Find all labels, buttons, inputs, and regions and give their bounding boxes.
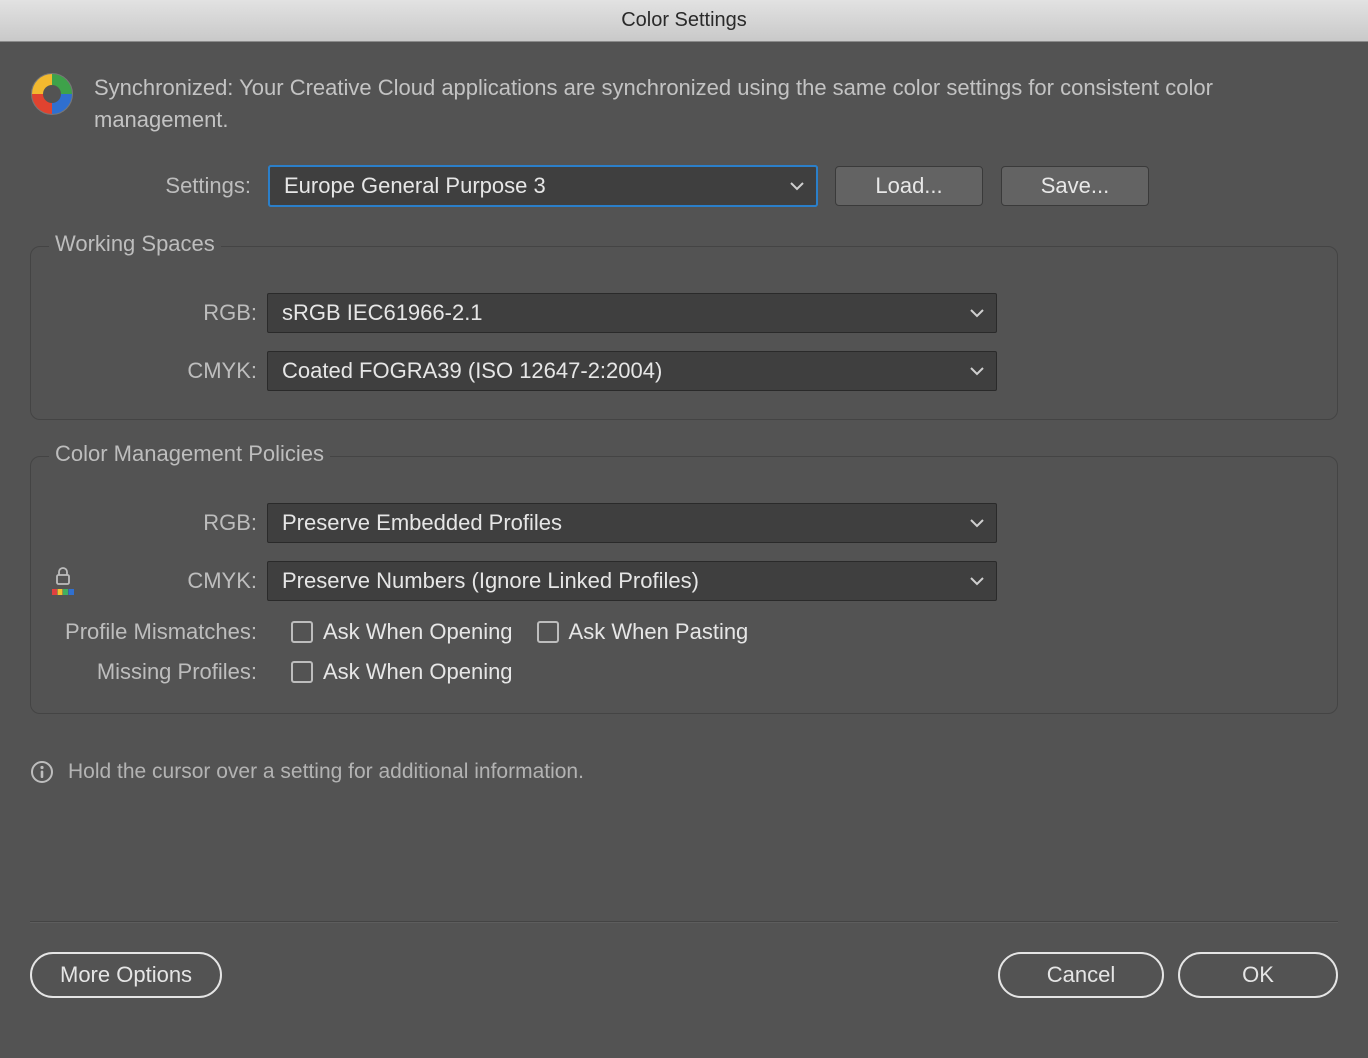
info-text: Hold the cursor over a setting for addit… bbox=[68, 760, 584, 784]
cancel-label: Cancel bbox=[1047, 962, 1115, 988]
color-strip-icon bbox=[52, 589, 74, 595]
lock-icon bbox=[53, 566, 73, 586]
ws-rgb-row: RGB: sRGB IEC61966-2.1 bbox=[59, 293, 1309, 333]
ask-paste-mismatch-checkbox[interactable] bbox=[537, 621, 559, 643]
chevron-down-icon bbox=[970, 366, 984, 376]
color-settings-dialog: Color Settings Synchronized: Your Creati… bbox=[0, 0, 1368, 1058]
ask-open-mismatch-group: Ask When Opening bbox=[291, 619, 513, 645]
profile-mismatches-row: Profile Mismatches: Ask When Opening Ask… bbox=[59, 619, 1309, 645]
info-icon bbox=[30, 760, 54, 784]
color-policies-legend: Color Management Policies bbox=[49, 441, 330, 467]
settings-row: Settings: Europe General Purpose 3 Load.… bbox=[155, 166, 1338, 206]
ws-rgb-value: sRGB IEC61966-2.1 bbox=[282, 300, 483, 326]
pol-rgb-dropdown[interactable]: Preserve Embedded Profiles bbox=[267, 503, 997, 543]
ok-button[interactable]: OK bbox=[1178, 952, 1338, 998]
sync-status-row: Synchronized: Your Creative Cloud applic… bbox=[30, 72, 1338, 136]
chevron-down-icon bbox=[970, 308, 984, 318]
ask-paste-mismatch-label: Ask When Pasting bbox=[569, 619, 749, 645]
chevron-down-icon bbox=[970, 518, 984, 528]
save-button[interactable]: Save... bbox=[1001, 166, 1149, 206]
titlebar: Color Settings bbox=[0, 0, 1368, 42]
pol-cmyk-row: CMYK: Preserve Numbers (Ignore Linked Pr… bbox=[59, 561, 1309, 601]
pol-rgb-row: RGB: Preserve Embedded Profiles bbox=[59, 503, 1309, 543]
ask-open-missing-checkbox[interactable] bbox=[291, 661, 313, 683]
sync-status-icon bbox=[30, 72, 74, 116]
sync-status-text: Synchronized: Your Creative Cloud applic… bbox=[94, 72, 1254, 136]
pol-cmyk-value: Preserve Numbers (Ignore Linked Profiles… bbox=[282, 568, 699, 594]
ws-cmyk-value: Coated FOGRA39 (ISO 12647-2:2004) bbox=[282, 358, 662, 384]
settings-value: Europe General Purpose 3 bbox=[284, 173, 546, 199]
working-spaces-group: Working Spaces RGB: sRGB IEC61966-2.1 CM… bbox=[30, 246, 1338, 420]
more-options-button[interactable]: More Options bbox=[30, 952, 222, 998]
load-button-label: Load... bbox=[875, 173, 942, 199]
pol-rgb-label: RGB: bbox=[59, 510, 267, 536]
ask-open-mismatch-checkbox[interactable] bbox=[291, 621, 313, 643]
missing-label: Missing Profiles: bbox=[59, 659, 267, 685]
ask-open-mismatch-label: Ask When Opening bbox=[323, 619, 513, 645]
ws-rgb-dropdown[interactable]: sRGB IEC61966-2.1 bbox=[267, 293, 997, 333]
dialog-footer: More Options Cancel OK bbox=[0, 922, 1368, 1058]
ws-cmyk-dropdown[interactable]: Coated FOGRA39 (ISO 12647-2:2004) bbox=[267, 351, 997, 391]
chevron-down-icon bbox=[970, 576, 984, 586]
save-button-label: Save... bbox=[1041, 173, 1109, 199]
lock-indicator bbox=[45, 566, 81, 595]
settings-label: Settings: bbox=[155, 173, 251, 199]
color-policies-group: Color Management Policies RGB: Preserve … bbox=[30, 456, 1338, 714]
ws-cmyk-row: CMYK: Coated FOGRA39 (ISO 12647-2:2004) bbox=[59, 351, 1309, 391]
missing-profiles-row: Missing Profiles: Ask When Opening bbox=[59, 659, 1309, 685]
footer-right: Cancel OK bbox=[998, 952, 1338, 998]
working-spaces-legend: Working Spaces bbox=[49, 231, 221, 257]
settings-dropdown[interactable]: Europe General Purpose 3 bbox=[269, 166, 817, 206]
window-title: Color Settings bbox=[621, 9, 747, 32]
more-options-label: More Options bbox=[60, 962, 192, 988]
pol-rgb-value: Preserve Embedded Profiles bbox=[282, 510, 562, 536]
chevron-down-icon bbox=[790, 181, 804, 191]
dialog-body: Synchronized: Your Creative Cloud applic… bbox=[0, 42, 1368, 922]
ws-cmyk-label: CMYK: bbox=[59, 358, 267, 384]
cancel-button[interactable]: Cancel bbox=[998, 952, 1164, 998]
info-row: Hold the cursor over a setting for addit… bbox=[30, 760, 1338, 784]
pol-cmyk-label: CMYK: bbox=[59, 568, 267, 594]
mismatch-label: Profile Mismatches: bbox=[59, 619, 267, 645]
ask-paste-mismatch-group: Ask When Pasting bbox=[537, 619, 749, 645]
ask-open-missing-group: Ask When Opening bbox=[291, 659, 513, 685]
load-button[interactable]: Load... bbox=[835, 166, 983, 206]
pol-cmyk-dropdown[interactable]: Preserve Numbers (Ignore Linked Profiles… bbox=[267, 561, 997, 601]
ask-open-missing-label: Ask When Opening bbox=[323, 659, 513, 685]
ok-label: OK bbox=[1242, 962, 1274, 988]
ws-rgb-label: RGB: bbox=[59, 300, 267, 326]
